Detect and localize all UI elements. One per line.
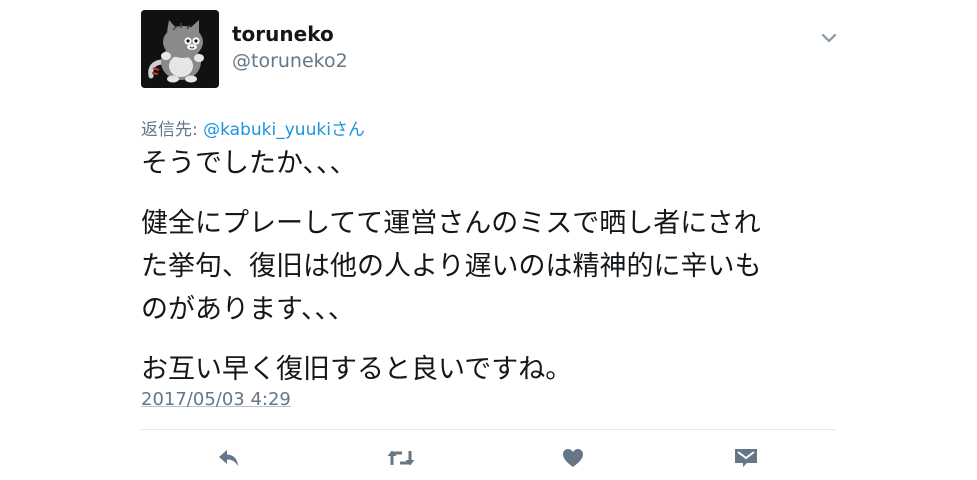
tweet-text: そうでしたか、、、 健全にプレーしてて運営さんのミスで晒し者にされ た挙句、復旧… [141,142,831,391]
tweet-text-line: 健全にプレーしてて運営さんのミスで晒し者にされ [141,208,761,239]
direct-message-button[interactable] [729,443,763,473]
reply-context-prefix: 返信先: [141,120,204,140]
heart-icon [563,449,583,467]
reply-icon [219,450,238,466]
reply-button[interactable] [212,443,246,473]
tweet-text-line: お互い早く復旧すると良いですね。 [141,354,573,385]
like-button[interactable] [556,443,590,473]
author-avatar[interactable] [141,10,219,88]
tweet-text-line: そうでしたか、、、 [141,148,357,179]
reply-context: 返信先: @kabuki_yuukiさん [141,115,365,140]
divider [141,429,836,430]
tweet-timestamp[interactable]: 2017/05/03 4:29 [141,389,291,410]
cat-avatar-icon [141,10,219,88]
retweet-button[interactable] [384,443,418,473]
envelope-icon [735,449,757,467]
reply-mention-suffix: さん [330,120,365,140]
tweet-text-line: のがあります、、、 [141,294,355,325]
tweet-text-line: た挙句、復旧は他の人より遅いのは精神的に辛いも [141,251,762,282]
retweet-icon [387,450,415,466]
tweet-card: toruneko @toruneko2 返信先: @kabuki_yuukiさん… [0,0,977,480]
more-options-button[interactable] [818,30,840,46]
reply-mention-link[interactable]: @kabuki_yuukiさん [203,120,365,140]
author-display-name[interactable]: toruneko [232,22,334,46]
reply-mention-handle: @kabuki_yuuki [203,120,331,140]
author-handle[interactable]: @toruneko2 [232,50,348,72]
chevron-down-icon [821,33,837,43]
